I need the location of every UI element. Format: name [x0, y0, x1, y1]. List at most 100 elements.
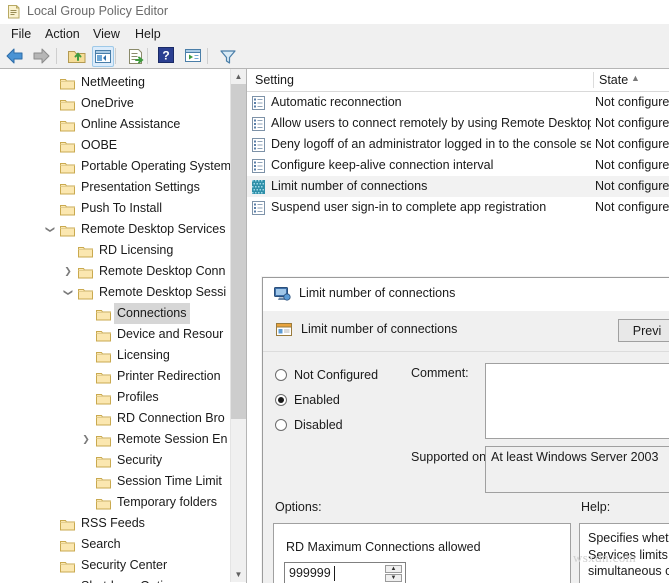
tree-item[interactable]: Presentation Settings: [0, 177, 232, 198]
export-list-icon[interactable]: [125, 46, 147, 67]
tree-item-label: Remote Desktop Sessi: [99, 282, 226, 303]
folder-icon: [60, 181, 75, 194]
menu-help[interactable]: Help: [130, 26, 166, 42]
folder-icon: [96, 391, 111, 404]
table-row[interactable]: Limit number of connectionsNot configure…: [247, 176, 669, 197]
menu-bar: File Action View Help: [0, 24, 669, 44]
column-divider[interactable]: [593, 72, 594, 88]
column-header-setting[interactable]: Setting: [255, 69, 294, 91]
tree-item-label: Licensing: [117, 345, 170, 366]
help-label: Help:: [581, 500, 610, 514]
tree-item[interactable]: Printer Redirection: [0, 366, 232, 387]
tree-item[interactable]: Shutdown Options: [0, 576, 232, 583]
tree-item-label: OOBE: [81, 135, 117, 156]
tree-item[interactable]: ❯Remote Desktop Services: [0, 219, 232, 240]
setting-state: Not configured: [595, 92, 669, 113]
tree-item[interactable]: OOBE: [0, 135, 232, 156]
tree-item[interactable]: Security Center: [0, 555, 232, 576]
setting-state: Not configured: [595, 113, 669, 134]
supported-on-value: At least Windows Server 2003: [491, 450, 658, 464]
tree-item[interactable]: Security: [0, 450, 232, 471]
previous-setting-button[interactable]: Previ: [618, 319, 669, 342]
policy-icon: [252, 138, 265, 152]
radio-not-configured-indicator[interactable]: [275, 369, 287, 381]
list-header: Setting ▲ State: [247, 69, 669, 92]
tree-item[interactable]: Profiles: [0, 387, 232, 408]
spinner-down-icon[interactable]: ▼: [385, 574, 402, 582]
column-header-state[interactable]: ▲ State: [599, 69, 628, 91]
table-row[interactable]: Allow users to connect remotely by using…: [247, 113, 669, 134]
tree-item[interactable]: Push To Install: [0, 198, 232, 219]
toolbar: ?: [0, 44, 669, 69]
tree-item[interactable]: ❯Remote Desktop Conn: [0, 261, 232, 282]
table-row[interactable]: Automatic reconnectionNot configured: [247, 92, 669, 113]
tree-item[interactable]: Licensing: [0, 345, 232, 366]
toolbar-separator: [207, 48, 208, 64]
radio-disabled-indicator[interactable]: [275, 419, 287, 431]
back-icon[interactable]: [4, 46, 26, 67]
show-hide-tree-icon[interactable]: [92, 46, 114, 67]
table-row[interactable]: Deny logoff of an administrator logged i…: [247, 134, 669, 155]
comment-textarea[interactable]: [485, 363, 669, 439]
forward-icon[interactable]: [30, 46, 52, 67]
tree-item[interactable]: Portable Operating System: [0, 156, 232, 177]
svg-text:?: ?: [162, 49, 169, 63]
policy-setting-dialog: Limit number of connections Limit number…: [262, 277, 669, 583]
chevron-right-icon[interactable]: ❯: [79, 429, 93, 450]
tree-item[interactable]: Session Time Limit: [0, 471, 232, 492]
radio-enabled[interactable]: Enabled: [275, 388, 390, 413]
table-row[interactable]: Configure keep-alive connection interval…: [247, 155, 669, 176]
tree-item[interactable]: NetMeeting: [0, 72, 232, 93]
chevron-right-icon[interactable]: ❯: [61, 261, 75, 282]
tree-item[interactable]: Temporary folders: [0, 492, 232, 513]
chevron-down-icon[interactable]: ❯: [40, 223, 61, 237]
tree-scroll-down-icon[interactable]: ▼: [231, 567, 246, 582]
folder-icon: [60, 139, 75, 152]
spinner-up-icon[interactable]: ▲: [385, 565, 402, 573]
menu-file[interactable]: File: [6, 26, 36, 42]
rd-max-connections-input[interactable]: 999999 ▲ ▼: [284, 562, 406, 583]
policy-tree: NetMeetingOneDriveOnline AssistanceOOBEP…: [0, 72, 232, 583]
folder-icon: [78, 286, 93, 299]
table-row[interactable]: Suspend user sign-in to complete app reg…: [247, 197, 669, 218]
folder-icon: [96, 496, 111, 509]
tree-item[interactable]: RD Connection Bro: [0, 408, 232, 429]
window-title: Local Group Policy Editor: [27, 4, 168, 18]
folder-icon: [96, 370, 111, 383]
radio-enabled-indicator[interactable]: [275, 394, 287, 406]
properties-icon[interactable]: [183, 46, 205, 67]
radio-disabled[interactable]: Disabled: [275, 413, 390, 438]
tree-item[interactable]: RSS Feeds: [0, 513, 232, 534]
tree-item-label: Device and Resour: [117, 324, 223, 345]
policy-tree-pane[interactable]: NetMeetingOneDriveOnline AssistanceOOBEP…: [0, 68, 247, 583]
tree-item-label: RD Connection Bro: [117, 408, 225, 429]
tree-item[interactable]: OneDrive: [0, 93, 232, 114]
tree-item[interactable]: ❯ Remote Desktop Sessi: [0, 282, 232, 303]
setting-name: Limit number of connections: [271, 176, 591, 197]
chevron-down-icon[interactable]: ❯: [58, 286, 79, 300]
menu-action[interactable]: Action: [40, 26, 85, 42]
up-folder-icon[interactable]: [66, 46, 88, 67]
tree-item[interactable]: Device and Resour: [0, 324, 232, 345]
tree-scrollbar[interactable]: ▲ ▼: [230, 69, 246, 582]
tree-item[interactable]: Online Assistance: [0, 114, 232, 135]
policy-window-icon: [275, 321, 293, 338]
tree-item[interactable]: Connections: [0, 303, 232, 324]
folder-icon: [78, 244, 93, 257]
tree-item[interactable]: ❯ Remote Session En: [0, 429, 232, 450]
radio-not-configured[interactable]: Not Configured: [275, 363, 390, 388]
help-icon[interactable]: ?: [157, 46, 179, 67]
tree-item-label: Remote Session En: [117, 429, 227, 450]
filter-icon[interactable]: [217, 46, 239, 67]
tree-item-label: Session Time Limit: [117, 471, 222, 492]
setting-name: Suspend user sign-in to complete app reg…: [271, 197, 591, 218]
folder-icon: [96, 454, 111, 467]
folder-icon: [78, 265, 93, 278]
tree-scroll-up-icon[interactable]: ▲: [231, 69, 246, 84]
menu-view[interactable]: View: [88, 26, 125, 42]
tree-item-label: NetMeeting: [81, 72, 145, 93]
tree-item[interactable]: RD Licensing: [0, 240, 232, 261]
folder-icon: [60, 76, 75, 89]
tree-item[interactable]: Search: [0, 534, 232, 555]
tree-scroll-thumb[interactable]: [231, 84, 246, 419]
